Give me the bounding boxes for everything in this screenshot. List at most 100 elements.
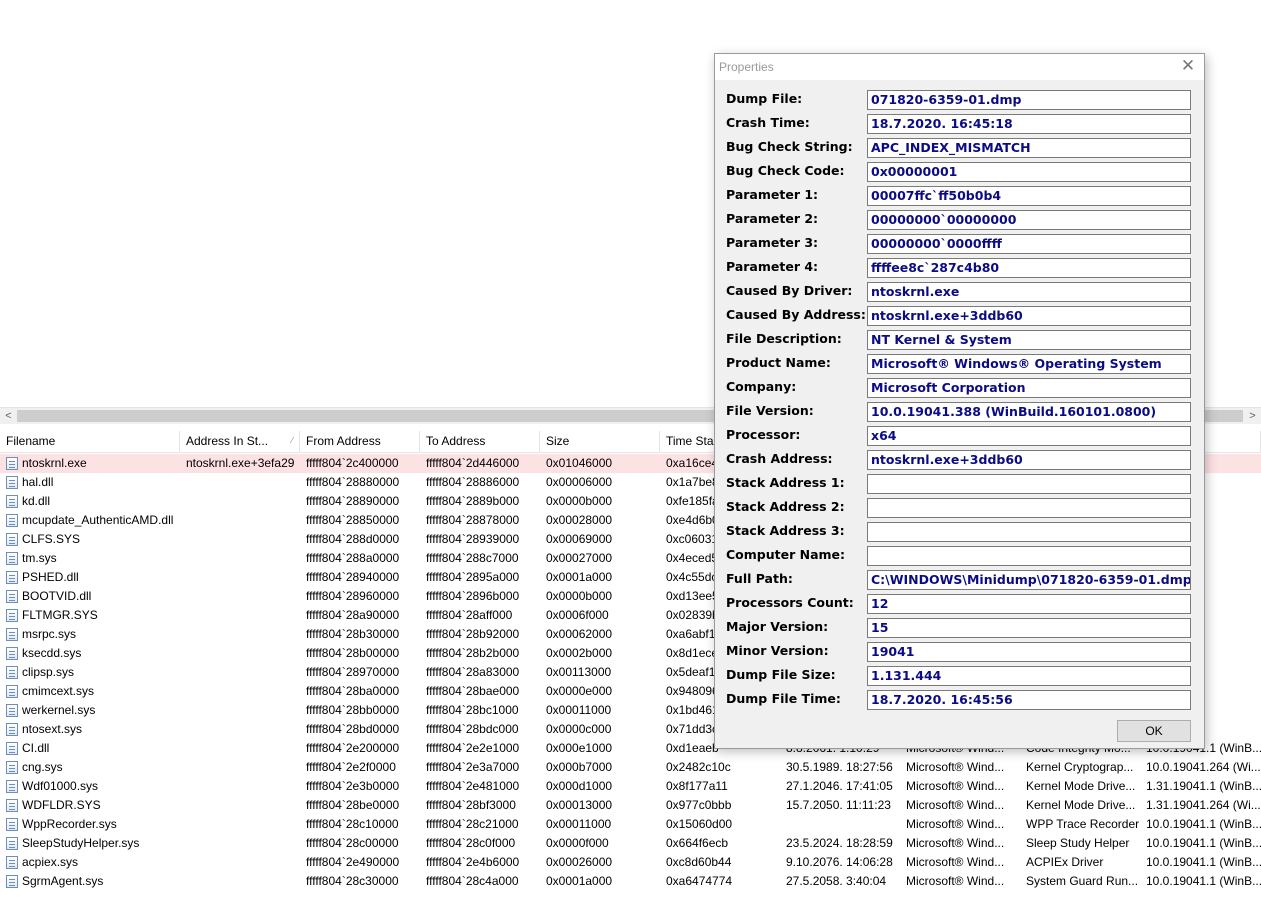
ok-button[interactable]: OK: [1117, 720, 1191, 742]
property-value-field[interactable]: 00000000`0000ffff: [867, 234, 1191, 254]
table-cell: fffff804`2e2e1000: [426, 741, 520, 755]
table-cell: 10.0.19041.1 (WinB...: [1146, 817, 1261, 831]
table-cell: fffff804`28878000: [426, 513, 520, 527]
table-row[interactable]: SleepStudyHelper.sys fffff804`28c00000 fff…: [0, 834, 1261, 853]
property-value-field[interactable]: 071820-6359-01.dmp: [867, 90, 1191, 110]
file-icon: [6, 457, 18, 470]
table-cell: Microsoft® Wind...: [906, 855, 1005, 869]
property-label: File Version:: [726, 403, 814, 418]
table-cell: [780, 815, 900, 834]
column-header-filename[interactable]: Filename: [0, 431, 180, 453]
table-cell: 10.0.19041.1 (WinB...: [1146, 855, 1261, 869]
table-cell: [180, 511, 300, 530]
property-value-field[interactable]: 10.0.19041.388 (WinBuild.160101.0800): [867, 402, 1191, 422]
property-row: Company: Microsoft Corporation: [726, 378, 1192, 398]
property-value-field[interactable]: 19041: [867, 642, 1191, 662]
table-cell: [180, 720, 300, 739]
table-cell: fffff804`28970000: [306, 665, 400, 679]
property-value-field[interactable]: 15: [867, 618, 1191, 638]
property-value-field[interactable]: ntoskrnl.exe+3ddb60: [867, 450, 1191, 470]
property-value-field[interactable]: [867, 474, 1191, 494]
filename-cell: BOOTVID.dll: [0, 587, 180, 606]
property-value-field[interactable]: 12: [867, 594, 1191, 614]
property-value-field[interactable]: APC_INDEX_MISMATCH: [867, 138, 1191, 158]
scroll-right-arrow-icon[interactable]: >: [1244, 408, 1261, 425]
property-value-field[interactable]: [867, 522, 1191, 542]
property-value-field[interactable]: 18.7.2020. 16:45:56: [867, 690, 1191, 710]
filename-cell: msrpc.sys: [0, 625, 180, 644]
table-row[interactable]: Wdf01000.sys fffff804`2e3b0000 fffff804`2e…: [0, 777, 1261, 796]
table-row[interactable]: WppRecorder.sys fffff804`28c10000 fffff804…: [0, 815, 1261, 834]
filename-cell: mcupdate_AuthenticAMD.dll: [0, 511, 180, 530]
table-cell: [180, 834, 300, 853]
table-cell: 0x000e1000: [546, 741, 613, 755]
property-value-field[interactable]: Microsoft® Windows® Operating System: [867, 354, 1191, 374]
property-label: Minor Version:: [726, 643, 829, 658]
property-value-field[interactable]: [867, 498, 1191, 518]
table-row[interactable]: acpiex.sys fffff804`2e490000 fffff804`2e4b…: [0, 853, 1261, 872]
table-cell: fffff804`28bae000: [426, 684, 520, 698]
property-value-field[interactable]: 18.7.2020. 16:45:18: [867, 114, 1191, 134]
property-value-field[interactable]: ffffee8c`287c4b80: [867, 258, 1191, 278]
properties-dialog: Properties ✕ Dump File: 071820-6359-01.dm…: [714, 53, 1205, 749]
table-cell: [180, 625, 300, 644]
table-cell: 0x00062000: [546, 627, 613, 641]
property-value-field[interactable]: ntoskrnl.exe+3ddb60: [867, 306, 1191, 326]
property-label: Stack Address 1:: [726, 475, 845, 490]
filename-text: SgrmAgent.sys: [22, 874, 104, 888]
filename-cell: cmimcext.sys: [0, 682, 180, 701]
property-value-field[interactable]: 00000000`00000000: [867, 210, 1191, 230]
property-label: Company:: [726, 379, 797, 394]
file-icon: [6, 837, 18, 850]
filename-cell: kd.dll: [0, 492, 180, 511]
filename-cell: hal.dll: [0, 473, 180, 492]
table-cell: ACPIEx Driver: [1026, 855, 1104, 869]
filename-cell: tm.sys: [0, 549, 180, 568]
table-cell: fffff804`28a90000: [306, 608, 400, 622]
table-cell: fffff804`28bb0000: [306, 703, 400, 717]
column-header-from-address[interactable]: From Address: [300, 431, 420, 453]
table-cell: fffff804`2e200000: [306, 741, 400, 755]
table-cell: fffff804`2d446000: [426, 456, 520, 470]
filename-text: ntosext.sys: [22, 722, 83, 736]
property-label: Dump File Time:: [726, 691, 841, 706]
property-value-field[interactable]: C:\WINDOWS\Minidump\071820-6359-01.dmp: [867, 570, 1191, 590]
property-value-field[interactable]: [867, 546, 1191, 566]
table-cell: fffff804`2e481000: [426, 779, 520, 793]
property-value-field[interactable]: 1.131.444: [867, 666, 1191, 686]
table-cell: Microsoft® Wind...: [906, 874, 1005, 888]
scroll-left-arrow-icon[interactable]: <: [0, 408, 17, 425]
property-label: Caused By Driver:: [726, 283, 853, 298]
filename-text: tm.sys: [22, 551, 57, 565]
filename-cell: Wdf01000.sys: [0, 777, 180, 796]
table-cell: fffff804`28bd0000: [306, 722, 400, 736]
table-cell: 0x2482c10c: [666, 760, 731, 774]
filename-text: PSHED.dll: [22, 570, 79, 584]
close-icon[interactable]: ✕: [1178, 56, 1198, 76]
property-value-field[interactable]: 00007ffc`ff50b0b4: [867, 186, 1191, 206]
property-label: Crash Time:: [726, 115, 810, 130]
property-value-field[interactable]: Microsoft Corporation: [867, 378, 1191, 398]
table-cell: [180, 568, 300, 587]
property-value-field[interactable]: 0x00000001: [867, 162, 1191, 182]
property-value-field[interactable]: NT Kernel & System: [867, 330, 1191, 350]
filename-cell: PSHED.dll: [0, 568, 180, 587]
table-cell: ntoskrnl.exe+3efa29: [186, 456, 295, 470]
property-row: Caused By Driver: ntoskrnl.exe: [726, 282, 1192, 302]
property-label: Processors Count:: [726, 595, 854, 610]
table-cell: fffff804`2e4b6000: [426, 855, 520, 869]
property-label: Parameter 1:: [726, 187, 819, 202]
table-cell: Sleep Study Helper: [1026, 836, 1130, 850]
property-row: Dump File Time: 18.7.2020. 16:45:56: [726, 690, 1192, 710]
filename-text: WDFLDR.SYS: [22, 798, 101, 812]
property-value-field[interactable]: x64: [867, 426, 1191, 446]
table-row[interactable]: WDFLDR.SYS fffff804`28be0000 fffff804`28bf…: [0, 796, 1261, 815]
column-header-to-address[interactable]: To Address: [420, 431, 540, 453]
table-row[interactable]: SgrmAgent.sys fffff804`28c30000 fffff804`2…: [0, 872, 1261, 891]
column-header-size[interactable]: Size: [540, 431, 660, 453]
property-row: Dump File: 071820-6359-01.dmp: [726, 90, 1192, 110]
table-row[interactable]: cng.sys fffff804`2e2f0000 fffff804`2e3a700…: [0, 758, 1261, 777]
property-value-field[interactable]: ntoskrnl.exe: [867, 282, 1191, 302]
property-label: File Description:: [726, 331, 842, 346]
column-header-address-in-stack[interactable]: Address In St... ⁄: [180, 431, 300, 453]
